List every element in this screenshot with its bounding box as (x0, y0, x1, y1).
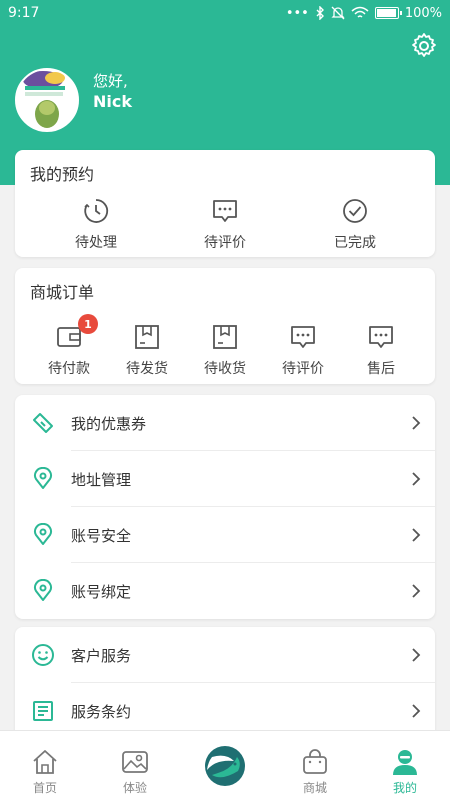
chevron-right-icon (412, 704, 421, 718)
comment-icon (291, 326, 315, 348)
order-after-sales[interactable]: 售后 (341, 322, 421, 378)
tab-mine-label: 我的 (392, 781, 417, 795)
order-unpaid-badge: 1 (78, 314, 98, 334)
battery-text: 100% (404, 5, 442, 21)
appointments-title: 我的预约 (30, 165, 95, 184)
account-menu-card: 我的优惠券 地址管理 账号安全 账号绑定 (15, 395, 435, 619)
chevron-right-icon (412, 528, 421, 542)
appointment-pending-label: 待处理 (75, 235, 117, 251)
tab-home[interactable]: 首页 (0, 731, 90, 800)
clock-icon (84, 199, 109, 223)
smile-icon (32, 644, 54, 666)
orders-card: 商城订单 1 待付款 待发货 待收货 待评价 售后 (15, 268, 435, 384)
tab-experience[interactable]: 体验 (90, 731, 180, 800)
user-icon (393, 750, 417, 775)
menu-address[interactable]: 地址管理 (15, 451, 435, 507)
battery-icon (374, 7, 402, 19)
order-to-ship[interactable]: 待发货 (107, 322, 187, 378)
service-menu-card: 客户服务 服务条约 (15, 627, 435, 747)
menu-address-label: 地址管理 (71, 470, 132, 489)
order-after-sales-label: 售后 (367, 361, 395, 377)
chevron-right-icon (412, 648, 421, 662)
tab-home-label: 首页 (32, 781, 57, 795)
bluetooth-icon (316, 6, 324, 20)
menu-account-security[interactable]: 账号安全 (15, 507, 435, 563)
appointment-completed[interactable]: 已完成 (315, 196, 395, 252)
gear-icon[interactable] (410, 32, 438, 60)
wifi-icon (351, 6, 369, 18)
status-time: 9:17 (8, 5, 40, 21)
order-to-receive[interactable]: 待收货 (185, 322, 265, 378)
image-icon (122, 751, 148, 773)
comment-icon (369, 326, 393, 348)
appointment-to-review-label: 待评价 (204, 235, 246, 251)
home-icon (33, 750, 57, 774)
menu-customer-service-label: 客户服务 (71, 646, 132, 665)
document-icon (33, 701, 53, 721)
appointments-card: 我的预约 待处理 待评价 已完成 (15, 150, 435, 257)
menu-account-binding-label: 账号绑定 (71, 582, 132, 601)
greeting-text: 您好, (93, 72, 128, 90)
status-icons: ••• 100% (286, 6, 442, 21)
status-bar: 9:17 ••• 100% (0, 0, 450, 26)
order-to-receive-label: 待收货 (204, 361, 246, 377)
menu-account-binding[interactable]: 账号绑定 (15, 563, 435, 619)
orders-title: 商城订单 (30, 283, 95, 302)
appointment-to-review[interactable]: 待评价 (185, 196, 265, 252)
menu-coupons-label: 我的优惠券 (71, 414, 147, 433)
chevron-right-icon (412, 416, 421, 430)
chevron-right-icon (412, 472, 421, 486)
bottom-tab-bar: 首页 体验 商城 我的 (0, 730, 450, 800)
appointment-completed-label: 已完成 (334, 235, 376, 251)
box-icon (135, 325, 159, 349)
menu-customer-service[interactable]: 客户服务 (15, 627, 435, 683)
tab-experience-label: 体验 (122, 781, 147, 795)
tab-mine[interactable]: 我的 (360, 731, 450, 800)
bird-logo-icon (205, 746, 245, 786)
box-icon (213, 325, 237, 349)
menu-account-security-label: 账号安全 (71, 526, 132, 545)
location-icon (34, 523, 52, 545)
tab-mall[interactable]: 商城 (270, 731, 360, 800)
coupon-icon (33, 413, 53, 433)
comment-icon (213, 200, 237, 222)
order-to-ship-label: 待发货 (126, 361, 168, 377)
order-to-review[interactable]: 待评价 (263, 322, 343, 378)
location-icon (34, 579, 52, 601)
order-to-review-label: 待评价 (282, 361, 324, 377)
avatar[interactable] (15, 68, 79, 132)
tab-center-logo[interactable] (180, 731, 270, 800)
shopping-bag-icon (303, 749, 327, 774)
menu-service-terms-label: 服务条约 (71, 702, 132, 721)
appointment-pending[interactable]: 待处理 (56, 196, 136, 252)
order-unpaid[interactable]: 1 待付款 (29, 314, 109, 378)
chevron-right-icon (412, 584, 421, 598)
menu-coupons[interactable]: 我的优惠券 (15, 395, 435, 451)
user-name: Nick (93, 92, 132, 111)
tab-mall-label: 商城 (302, 781, 327, 795)
mute-icon (331, 6, 345, 20)
more-dots-icon: ••• (285, 5, 309, 21)
order-unpaid-label: 待付款 (48, 361, 90, 377)
check-circle-icon (343, 199, 367, 223)
location-icon (34, 467, 52, 489)
